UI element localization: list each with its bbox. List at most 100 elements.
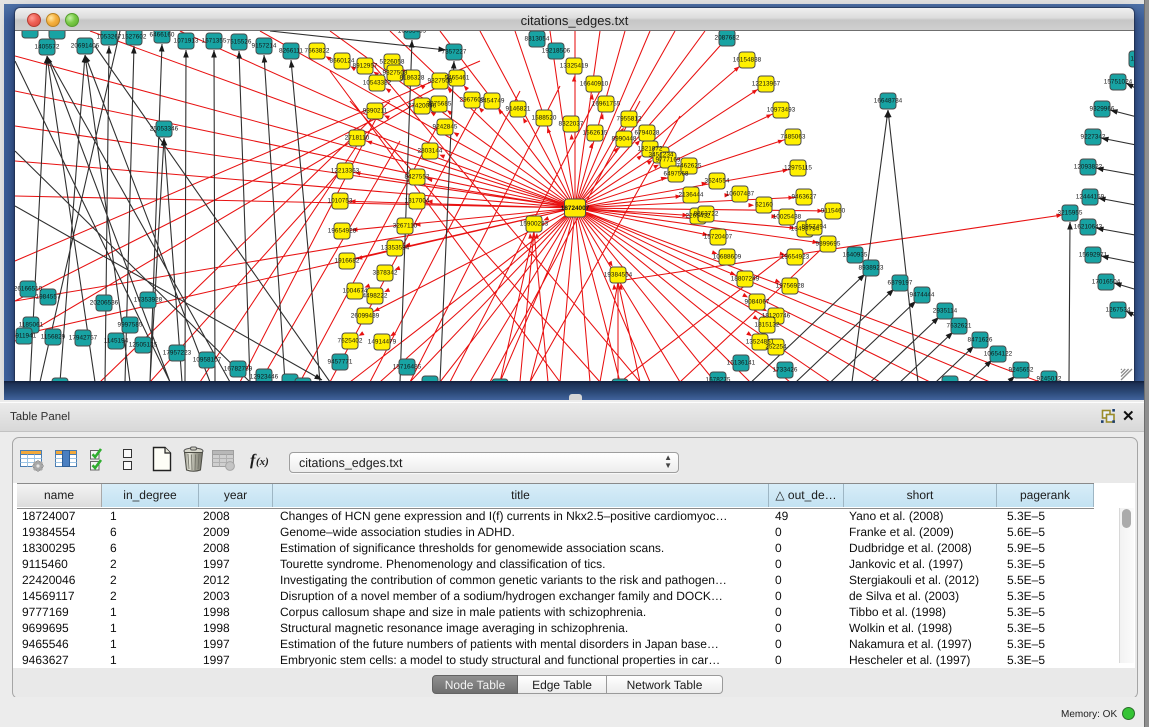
svg-text:2967608: 2967608 [460, 97, 485, 104]
svg-text:4498222: 4498222 [363, 293, 388, 300]
svg-text:2087682: 2087682 [715, 35, 740, 42]
svg-text:1010753: 1010753 [328, 198, 353, 205]
svg-text:18724007: 18724007 [561, 205, 590, 212]
svg-text:9474444: 9474444 [910, 292, 935, 299]
svg-text:8471626: 8471626 [968, 337, 993, 344]
svg-text:10543382: 10543382 [363, 80, 392, 87]
svg-text:9227342: 9227342 [1081, 134, 1106, 141]
svg-text:15716485: 15716485 [393, 364, 422, 371]
svg-text:10607487: 10607487 [726, 191, 755, 198]
svg-text:26099489: 26099489 [351, 313, 380, 320]
svg-text:5226058: 5226058 [380, 59, 405, 66]
svg-text:16782759: 16782759 [224, 366, 253, 373]
svg-text:7485063: 7485063 [781, 134, 806, 141]
svg-text:8863722: 8863722 [694, 211, 719, 218]
svg-text:8990448: 8990448 [612, 136, 637, 143]
svg-text:9115460: 9115460 [821, 208, 846, 215]
svg-text:9997585: 9997585 [118, 322, 143, 329]
svg-text:12213967: 12213967 [752, 81, 781, 88]
svg-text:14914479: 14914479 [368, 339, 397, 346]
svg-text:16648784: 16648784 [874, 98, 903, 105]
svg-text:18807249: 18807249 [731, 276, 760, 283]
svg-text:9390211: 9390211 [363, 108, 388, 115]
svg-text:1815132: 1815132 [755, 322, 780, 329]
svg-text:3267110: 3267110 [393, 223, 418, 230]
svg-text:1671355: 1671355 [202, 38, 227, 45]
svg-text:3878342: 3878342 [373, 270, 398, 277]
svg-text:10025438: 10025438 [773, 214, 802, 221]
svg-text:19654923: 19654923 [781, 254, 810, 261]
svg-text:7515526: 7515526 [227, 39, 252, 46]
svg-text:9457771: 9457771 [328, 359, 353, 366]
svg-text:1588520: 1588520 [532, 115, 557, 122]
svg-text:10654122: 10654122 [984, 351, 1013, 358]
svg-text:15751024: 15751024 [1104, 79, 1133, 86]
svg-text:1562615: 1562615 [583, 130, 608, 137]
svg-text:19654928: 19654928 [328, 228, 357, 235]
svg-text:2803144: 2803144 [418, 148, 443, 155]
svg-text:9242845: 9242845 [433, 124, 458, 131]
svg-text:20691406: 20691406 [71, 43, 100, 50]
svg-text:12923446: 12923446 [250, 374, 279, 381]
svg-text:25053346: 25053346 [150, 126, 179, 133]
svg-text:18120746: 18120746 [762, 313, 791, 320]
svg-text:9899695: 9899695 [816, 241, 841, 248]
svg-text:8813054: 8813054 [525, 36, 550, 43]
svg-text:7357227: 7357227 [442, 49, 467, 56]
svg-text:8427552: 8427552 [405, 174, 430, 181]
svg-text:16961755: 16961755 [592, 101, 621, 108]
svg-text:252254: 252254 [765, 344, 787, 351]
svg-text:16033409: 16033409 [398, 31, 427, 35]
svg-text:15136141: 15136141 [727, 360, 756, 367]
svg-text:19756928: 19756928 [776, 283, 805, 290]
svg-text:1053267: 1053267 [97, 34, 122, 41]
svg-text:9329966: 9329966 [1090, 106, 1115, 113]
svg-text:7663822: 7663822 [305, 48, 330, 55]
svg-text:1640935: 1640935 [843, 252, 868, 259]
svg-text:3875685: 3875685 [427, 101, 452, 108]
svg-text:13353594: 13353594 [381, 245, 410, 252]
svg-text:8186328: 8186328 [400, 75, 425, 82]
svg-text:1112: 1112 [1130, 56, 1134, 63]
svg-text:1527602: 1527602 [122, 34, 147, 41]
svg-text:1317004: 1317004 [405, 198, 430, 205]
svg-text:17016504: 17016504 [1092, 279, 1121, 286]
svg-text:15692971: 15692971 [1079, 252, 1108, 259]
svg-text:17957223: 17957223 [163, 350, 192, 357]
svg-text:7625402: 7625402 [338, 338, 363, 345]
svg-text:12975115: 12975115 [784, 165, 812, 172]
svg-text:19218506: 19218506 [542, 48, 571, 55]
svg-text:16210643: 16210643 [1074, 224, 1103, 231]
svg-text:1984557: 1984557 [36, 294, 61, 301]
svg-text:1405572: 1405572 [35, 44, 60, 51]
svg-text:9146821: 9146821 [506, 106, 531, 113]
svg-text:13325419: 13325419 [560, 63, 589, 70]
svg-text:1156829: 1156829 [41, 334, 66, 341]
svg-text:1733426: 1733426 [773, 367, 798, 374]
svg-text:2136444: 2136444 [679, 192, 704, 199]
svg-text:12093822: 12093822 [1074, 164, 1103, 171]
svg-text:8912957: 8912957 [353, 63, 378, 70]
svg-text:8938923: 8938923 [859, 265, 884, 272]
svg-text:8266111: 8266111 [279, 48, 303, 55]
svg-text:3624554: 3624554 [705, 178, 730, 185]
svg-text:1145194: 1145194 [104, 338, 129, 345]
svg-text:9463627: 9463627 [792, 194, 817, 201]
svg-text:17353928: 17353928 [134, 297, 163, 304]
svg-text:6497568: 6497568 [664, 171, 689, 178]
svg-text:16154838: 16154838 [733, 57, 762, 64]
svg-text:10958107: 10958107 [193, 357, 222, 364]
svg-text:2718110: 2718110 [345, 135, 370, 142]
svg-text:6466160: 6466160 [150, 32, 175, 39]
svg-text:(x): (x) [256, 456, 269, 468]
svg-text:26166510: 26166510 [15, 286, 43, 293]
svg-text:7632621: 7632621 [947, 323, 972, 330]
svg-text:12505135: 12505135 [129, 342, 158, 349]
svg-text:8322037: 8322037 [559, 121, 584, 128]
svg-text:9084067: 9084067 [745, 299, 770, 306]
svg-text:10688609: 10688609 [713, 254, 742, 261]
svg-text:16640910: 16640910 [580, 81, 609, 88]
svg-text:15720407: 15720407 [704, 234, 733, 241]
svg-text:7462625: 7462625 [677, 163, 702, 170]
svg-text:12444159: 12444159 [1076, 194, 1105, 201]
